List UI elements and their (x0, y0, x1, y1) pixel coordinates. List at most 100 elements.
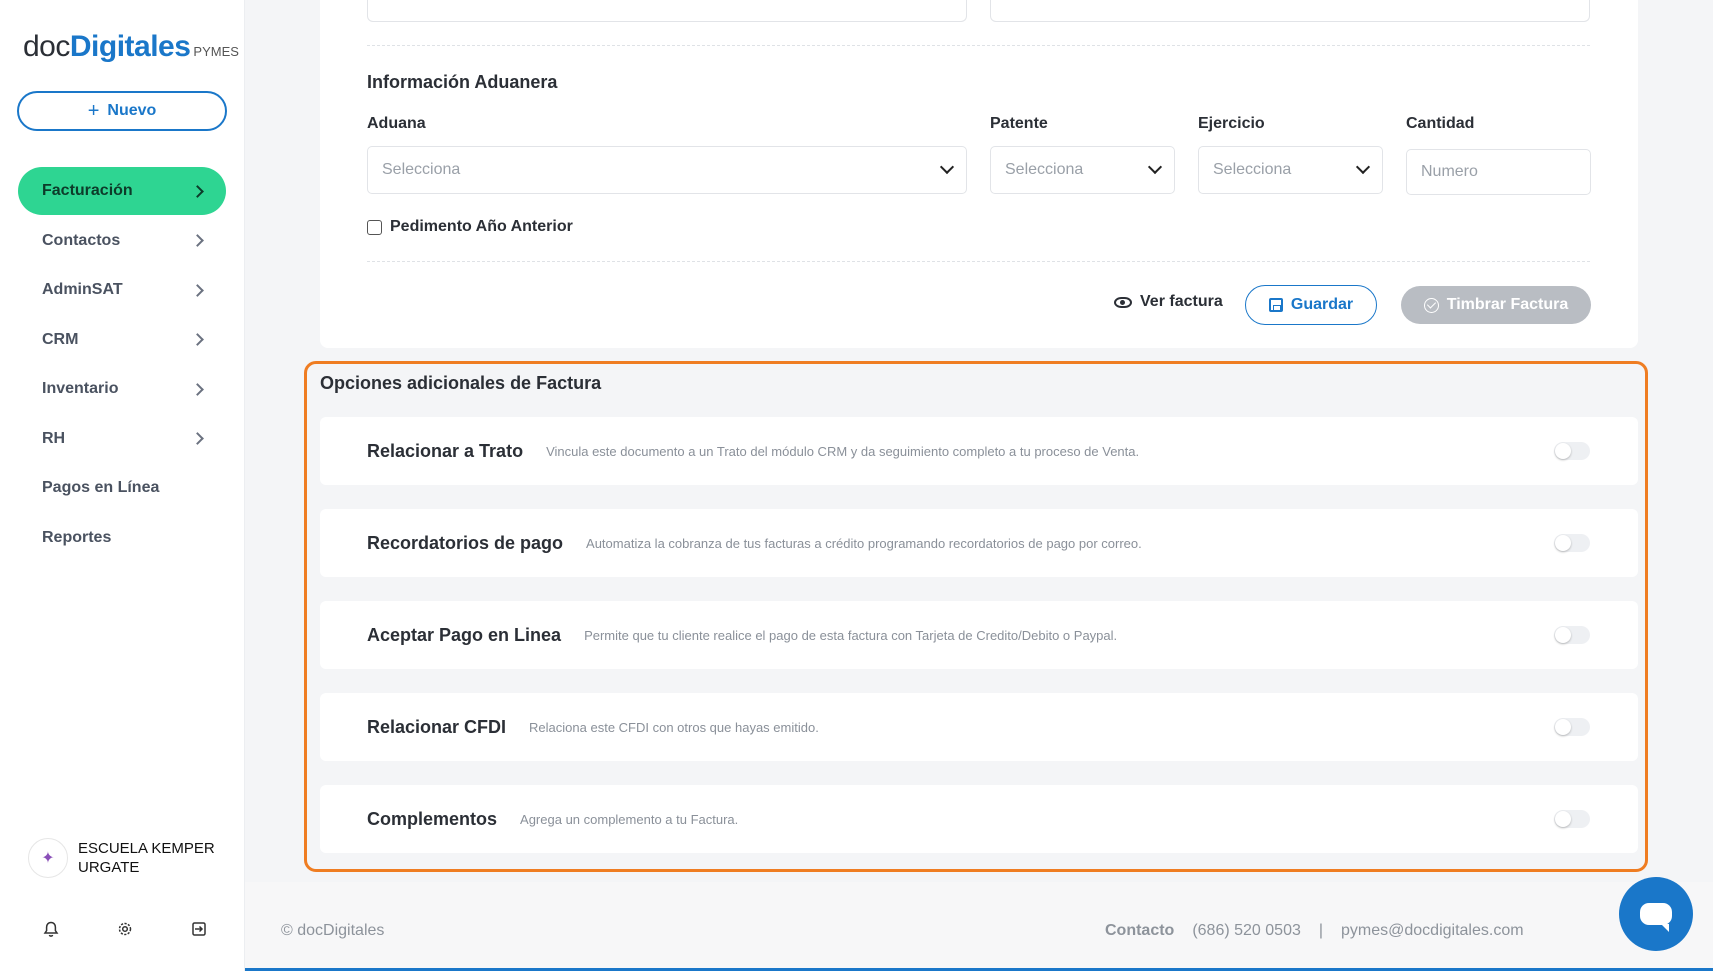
new-button-label: Nuevo (107, 102, 157, 119)
logo-pymes: PYMES (193, 44, 239, 59)
bell-icon[interactable] (40, 918, 62, 940)
relacionar-cfdi-toggle[interactable] (1554, 718, 1590, 736)
option-title: Aceptar Pago en Linea (367, 624, 562, 645)
chevron-down-icon (1355, 159, 1371, 175)
option-description: Relaciona este CFDI con otros que hayas … (529, 719, 819, 735)
logout-icon[interactable] (188, 918, 210, 940)
sidebar-item-label: AdminSAT (42, 281, 123, 298)
chevron-down-icon (1147, 159, 1163, 175)
cantidad-label: Cantidad (1406, 115, 1475, 132)
company-name-line2: URGATE (78, 859, 140, 876)
sidebar-item-label: CRM (42, 330, 79, 348)
chat-button[interactable] (1619, 877, 1693, 951)
pedimento-checkbox-label: Pedimento Año Anterior (390, 218, 573, 235)
sidebar-item-pagos-en-linea[interactable]: Pagos en Línea (18, 464, 226, 512)
chat-bubble-icon (1640, 903, 1672, 932)
option-description: Agrega un complemento a tu Factura. (520, 811, 739, 827)
complementos-toggle[interactable] (1554, 810, 1590, 828)
footer-copyright: © docDigitales (281, 922, 385, 939)
footer-contact-label: Contacto (1105, 922, 1175, 939)
divider (367, 261, 1590, 262)
sidebar-item-label: Facturación (42, 182, 133, 199)
option-title: Relacionar a Trato (367, 440, 524, 461)
chevron-right-icon (191, 234, 204, 247)
customs-section-title: Información Aduanera (367, 72, 558, 92)
app-logo[interactable]: doc Digitales PYMES (23, 30, 239, 64)
eye-icon (1114, 296, 1132, 308)
logo-digitales: Digitales (69, 30, 191, 63)
sidebar: doc Digitales PYMES + Nuevo Facturación … (0, 0, 245, 971)
logo-doc: doc (23, 30, 70, 63)
sidebar-item-label: Pagos en Línea (42, 479, 160, 496)
patente-select-value: Selecciona (1005, 161, 1084, 178)
check-circle-icon (1423, 297, 1439, 313)
sidebar-item-inventario[interactable]: Inventario (18, 365, 226, 413)
aduana-label: Aduana (367, 115, 426, 132)
company-name: ESCUELA KEMPER URGATE (78, 839, 215, 877)
option-row-relacionar-trato: Relacionar a Trato Vincula este document… (320, 417, 1638, 485)
recordatorios-pago-toggle[interactable] (1554, 534, 1590, 552)
gear-icon[interactable] (114, 918, 136, 940)
pedimento-checkbox-row[interactable]: Pedimento Año Anterior (367, 218, 573, 236)
new-button[interactable]: + Nuevo (17, 91, 227, 131)
footer-separator: | (1318, 922, 1324, 939)
view-invoice-button[interactable]: Ver factura (1114, 293, 1223, 311)
option-row-recordatorios-pago: Recordatorios de pago Automatiza la cobr… (320, 509, 1638, 577)
option-description: Automatiza la cobranza de tus facturas a… (586, 535, 1142, 551)
company-name-line1: ESCUELA KEMPER (78, 840, 215, 857)
option-row-complementos: Complementos Agrega un complemento a tu … (320, 785, 1638, 853)
cantidad-input[interactable] (1406, 149, 1591, 195)
footer: © docDigitales Contacto (686) 520 0503 |… (245, 882, 1713, 971)
footer-contact: Contacto (686) 520 0503 | pymes@docdigit… (1105, 922, 1524, 940)
sidebar-item-label: Reportes (42, 528, 112, 546)
additional-options-title: Opciones adicionales de Factura (320, 373, 602, 393)
company-switcher[interactable]: ✦ ESCUELA KEMPER URGATE (28, 838, 215, 878)
sidebar-item-contactos[interactable]: Contactos (18, 217, 226, 265)
chevron-right-icon (191, 283, 204, 297)
plus-icon: + (87, 99, 100, 122)
sidebar-item-reportes[interactable]: Reportes (18, 514, 226, 562)
patente-label: Patente (990, 115, 1048, 132)
ejercicio-select[interactable]: Selecciona (1198, 146, 1383, 194)
divider (367, 45, 1590, 46)
sidebar-item-crm[interactable]: CRM (18, 316, 226, 364)
chevron-right-icon (191, 432, 204, 445)
sidebar-bottom-icons (40, 918, 210, 940)
pedimento-checkbox[interactable] (367, 219, 382, 235)
aduana-select-value: Selecciona (382, 161, 461, 178)
ejercicio-label: Ejercicio (1198, 115, 1265, 132)
aduana-select[interactable]: Selecciona (367, 146, 967, 194)
option-description: Vincula este documento a un Trato del mó… (546, 443, 1140, 459)
sidebar-item-label: Contactos (42, 231, 121, 249)
save-icon (1268, 298, 1283, 312)
relacionar-trato-toggle[interactable] (1554, 442, 1590, 460)
sidebar-item-label: Inventario (42, 380, 119, 397)
chevron-right-icon (191, 382, 204, 396)
footer-phone[interactable]: (686) 520 0503 (1192, 922, 1301, 940)
footer-email[interactable]: pymes@docdigitales.com (1341, 922, 1524, 940)
sidebar-item-rh[interactable]: RH (18, 415, 226, 463)
top-textarea-cutoff[interactable] (990, 0, 1590, 22)
option-row-aceptar-pago: Aceptar Pago en Linea Permite que tu cli… (320, 601, 1638, 669)
option-title: Relacionar CFDI (367, 716, 507, 737)
save-button[interactable]: Guardar (1245, 285, 1377, 325)
sidebar-item-adminsat[interactable]: AdminSAT (18, 266, 226, 314)
ejercicio-select-value: Selecciona (1213, 161, 1292, 178)
option-row-relacionar-cfdi: Relacionar CFDI Relaciona este CFDI con … (320, 693, 1638, 761)
aceptar-pago-toggle[interactable] (1554, 626, 1590, 644)
top-select-cutoff[interactable] (367, 0, 967, 22)
option-title: Complementos (367, 808, 498, 829)
option-description: Permite que tu cliente realice el pago d… (584, 627, 1118, 643)
option-title: Recordatorios de pago (367, 532, 564, 553)
save-button-label: Guardar (1290, 296, 1354, 313)
chevron-down-icon (939, 159, 955, 175)
stamp-invoice-button[interactable]: Timbrar Factura (1401, 286, 1591, 324)
sidebar-item-label: RH (42, 429, 66, 447)
sidebar-item-facturacion[interactable]: Facturación (18, 167, 226, 215)
sidebar-nav: Facturación Contactos AdminSAT CRM Inven… (18, 167, 226, 563)
view-invoice-label: Ver factura (1140, 293, 1223, 310)
chevron-right-icon (191, 333, 204, 346)
company-logo-icon: ✦ (28, 838, 68, 878)
patente-select[interactable]: Selecciona (990, 146, 1175, 194)
chevron-right-icon (191, 184, 204, 198)
